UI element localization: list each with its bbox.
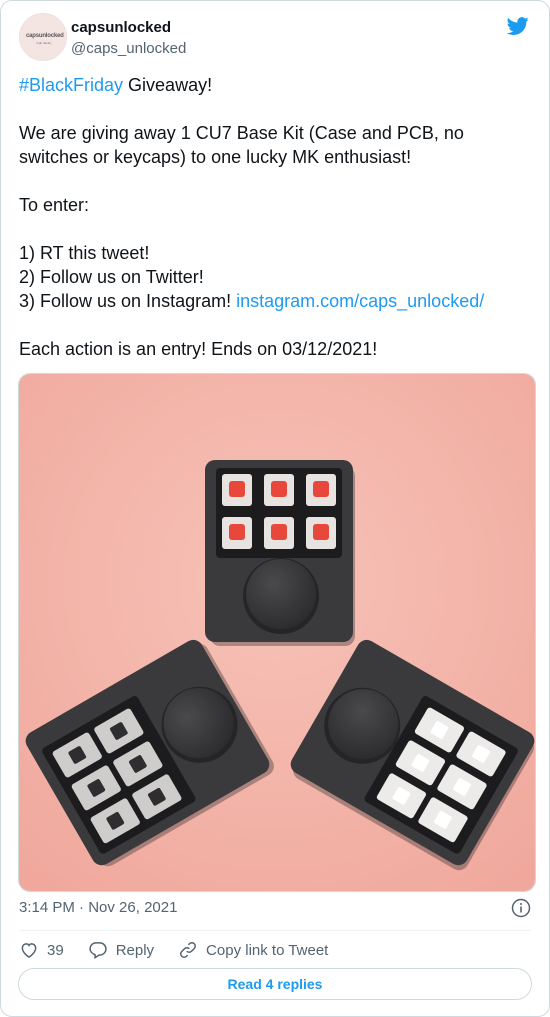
reply-icon xyxy=(89,942,107,960)
tweet-timestamp[interactable]: 3:14 PM · Nov 26, 2021 xyxy=(19,899,177,916)
instagram-link[interactable]: instagram.com/caps_unlocked/ xyxy=(236,291,484,311)
avatar-brand-text: capsunlocked xyxy=(26,33,64,39)
tweet-text: #BlackFriday Giveaway! We are giving awa… xyxy=(19,73,534,361)
tweet-time: 3:14 PM xyxy=(19,899,75,916)
like-button[interactable]: 39 xyxy=(19,940,64,960)
tweet-paragraph2: We are giving away 1 CU7 Base Kit (Case … xyxy=(19,123,469,167)
avatar-tagline: high fidelity xyxy=(36,41,52,45)
tweet-card: capsunlocked high fidelity capsunlocked … xyxy=(0,0,550,1017)
tweet-photo[interactable] xyxy=(18,373,536,892)
reply-button[interactable]: Reply xyxy=(88,940,154,960)
author-handle[interactable]: @caps_unlocked xyxy=(71,40,186,57)
tweet-actions: 39 Reply Copy link to Tweet xyxy=(19,939,352,961)
tweet-step3: 3) Follow us on Instagram! xyxy=(19,291,237,311)
tweet-step1: 1) RT this tweet! xyxy=(19,243,150,263)
heart-icon xyxy=(21,943,37,958)
divider xyxy=(19,930,531,931)
hashtag-link[interactable]: #BlackFriday xyxy=(19,75,123,95)
like-count: 39 xyxy=(47,941,64,959)
author-name[interactable]: capsunlocked xyxy=(71,19,171,36)
read-replies-button[interactable]: Read 4 replies xyxy=(18,968,532,1000)
tweet-to-enter: To enter: xyxy=(19,195,90,215)
macropad-top xyxy=(205,460,355,646)
tweet-closing: Each action is an entry! Ends on 03/12/2… xyxy=(19,339,378,359)
tweet-header: capsunlocked high fidelity capsunlocked … xyxy=(19,13,531,63)
info-icon[interactable] xyxy=(511,898,531,918)
macropad-photo xyxy=(19,374,535,891)
tweet-line1: Giveaway! xyxy=(123,75,213,95)
copy-link-button[interactable]: Copy link to Tweet xyxy=(178,940,328,960)
tweet-step2: 2) Follow us on Twitter! xyxy=(19,267,204,287)
timestamp-separator: · xyxy=(74,899,89,916)
twitter-bird-icon[interactable] xyxy=(505,15,531,37)
avatar[interactable]: capsunlocked high fidelity xyxy=(19,13,67,61)
reply-label: Reply xyxy=(115,941,155,959)
link-icon xyxy=(180,942,197,958)
copy-link-label: Copy link to Tweet xyxy=(206,941,329,959)
tweet-date: Nov 26, 2021 xyxy=(88,899,178,916)
